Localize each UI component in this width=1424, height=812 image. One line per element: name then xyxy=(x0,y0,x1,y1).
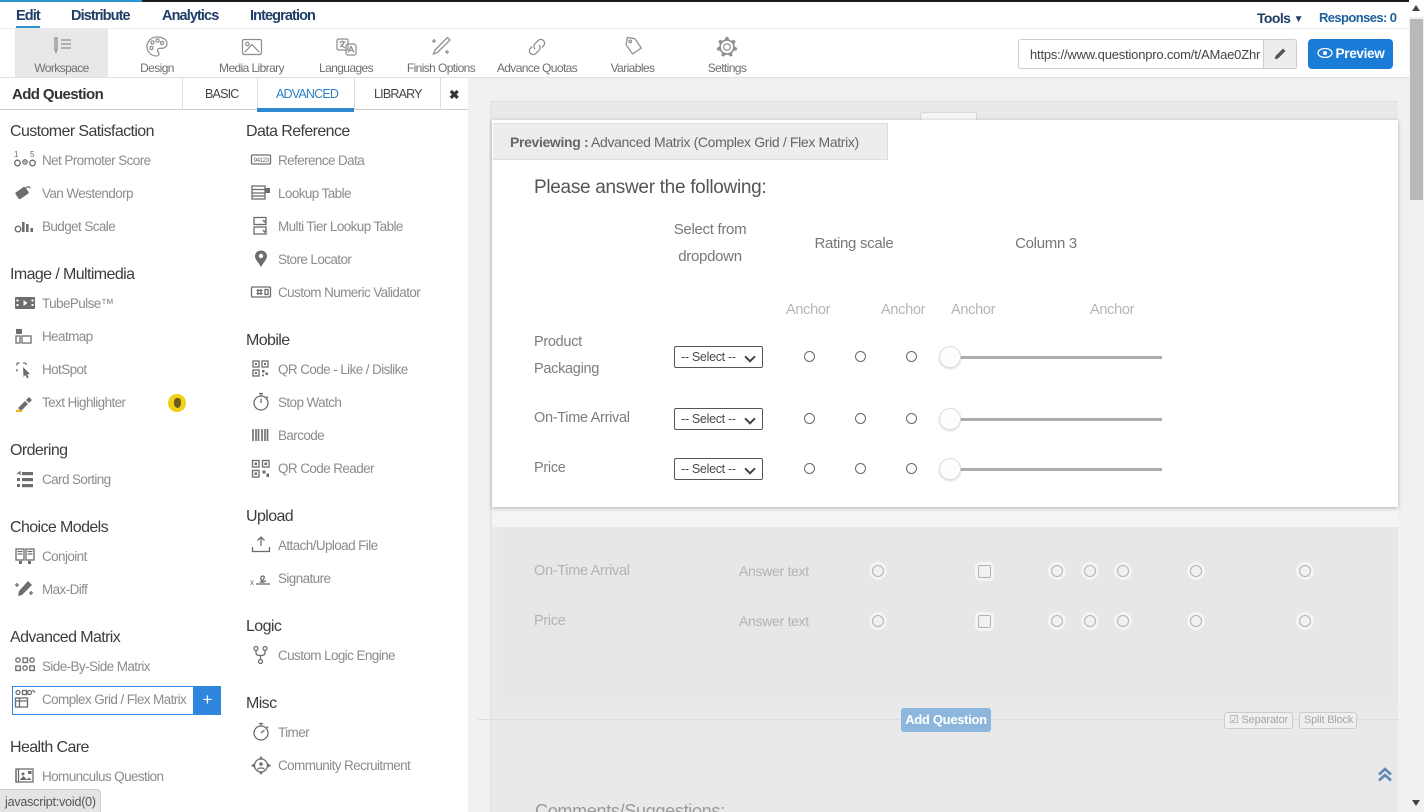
svg-text:x: x xyxy=(250,578,254,587)
svg-text:5: 5 xyxy=(30,150,35,159)
svg-text:94123: 94123 xyxy=(254,157,270,164)
svg-text:1: 1 xyxy=(14,150,19,159)
